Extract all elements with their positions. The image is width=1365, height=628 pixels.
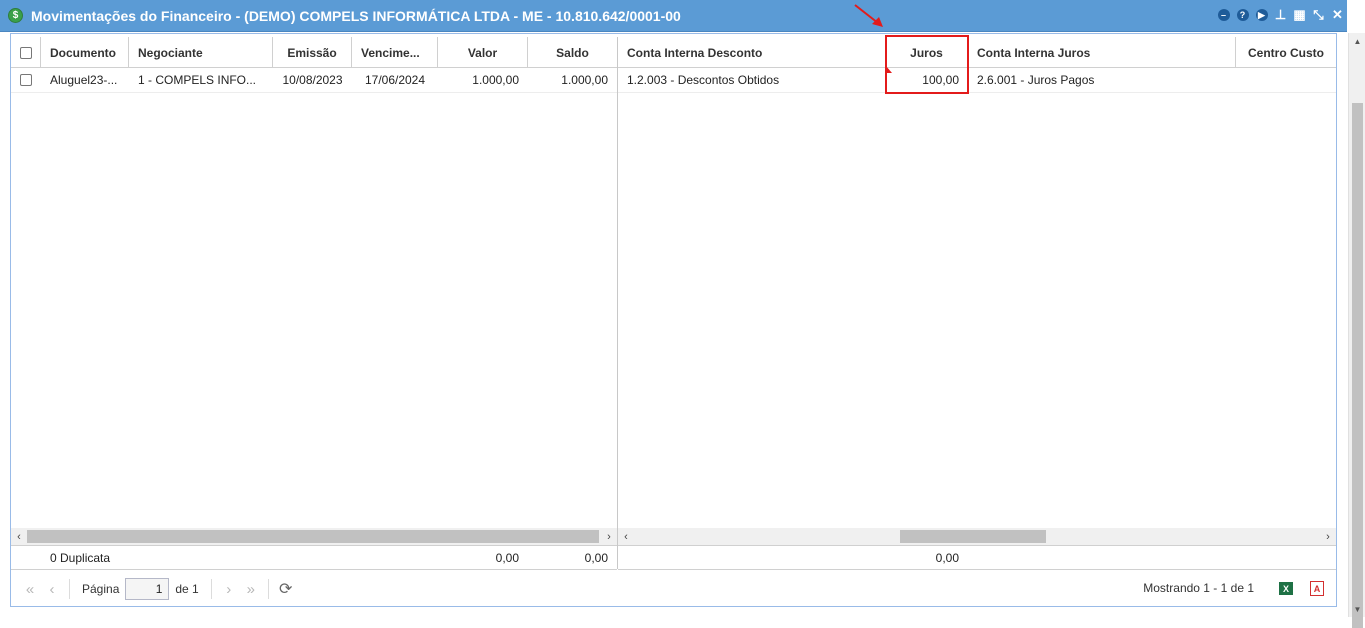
left-grid-header: Documento Negociante Emissão Vencime... … [11,37,617,68]
paging-toolbar: « ‹ Página 1 de 1 › » ⟳ Mostrando 1 - 1 … [11,571,1336,607]
refresh-icon[interactable]: ⟳ [275,578,297,600]
right-horizontal-scrollbar[interactable]: ‹ › [618,528,1336,545]
column-header-centro-custo[interactable]: Centro Custo [1236,37,1336,68]
column-header-vencimento[interactable]: Vencime... [352,37,438,68]
toolbar-separator [267,579,269,599]
summary-count: 0 Duplicata [50,551,111,565]
cell-emissao: 10/08/2023 [282,73,343,87]
window-titlebar[interactable]: $ Movimentações do Financeiro - (DEMO) C… [0,0,1347,32]
cell-conta-desconto: 1.2.003 - Descontos Obtidos [627,73,780,87]
summary-valor: 0,00 [495,551,519,565]
scroll-up-arrow-icon[interactable]: ▲ [1349,33,1365,49]
page-label: Página [82,582,120,596]
vertical-scrollbar[interactable]: ▲ ▼ [1348,33,1365,628]
scroll-down-arrow-icon[interactable]: ▼ [1349,601,1365,617]
right-grid-header: Conta Interna Desconto Juros Conta Inter… [618,37,1336,68]
cell-negociante: 1 - COMPELS INFO... [138,73,257,87]
financial-movements-window: $ Movimentações do Financeiro - (DEMO) C… [0,0,1365,628]
left-summary-row: 0 Duplicata 0,00 0,00 [11,545,617,570]
cell-centro-custo [1236,68,1336,92]
summary-saldo: 0,00 [584,551,608,565]
table-row[interactable]: 1.2.003 - Descontos Obtidos 100,00 2.6.0… [618,68,1336,93]
cell-conta-juros: 2.6.001 - Juros Pagos [977,73,1095,87]
page-total-label: de 1 [175,582,199,596]
title-toolbar: – ? ▶ ⊥ ▦ ⤡ ✕ [1216,7,1345,23]
next-page-icon[interactable]: › [218,578,240,600]
stamp-icon[interactable]: ⊥ [1273,7,1288,23]
calendar-icon[interactable]: ▦ [1292,7,1307,23]
row-checkbox-cell[interactable] [11,68,41,92]
juros-highlight-box [885,35,969,94]
left-horizontal-scrollbar[interactable]: ‹ › [11,528,617,545]
pdf-export-icon[interactable]: A [1310,581,1324,596]
right-scroll-thumb[interactable] [900,530,1046,543]
select-all-checkbox-cell[interactable] [11,37,41,68]
vertical-scroll-thumb[interactable] [1352,103,1363,628]
scroll-left-arrow-icon[interactable]: ‹ [618,528,634,545]
cell-valor: 1.000,00 [472,73,519,87]
column-header-emissao[interactable]: Emissão [273,37,352,68]
locked-columns-divider[interactable] [617,37,618,569]
close-icon[interactable]: ✕ [1330,7,1345,23]
excel-export-icon[interactable]: X [1279,582,1293,595]
column-header-negociante[interactable]: Negociante [129,37,273,68]
play-icon[interactable]: ▶ [1254,7,1269,23]
annotation-arrow-icon [854,4,883,27]
grid-panel: Documento Negociante Emissão Vencime... … [10,33,1337,607]
column-header-conta-juros[interactable]: Conta Interna Juros [968,37,1236,68]
scroll-right-arrow-icon[interactable]: › [1320,528,1336,545]
cell-vencimento: 17/06/2024 [364,73,426,87]
last-page-icon[interactable]: » [240,578,262,600]
select-all-checkbox[interactable] [19,46,32,59]
toolbar-separator [210,579,212,599]
help-icon[interactable]: ? [1235,7,1250,23]
scroll-right-arrow-icon[interactable]: › [601,528,617,545]
cell-saldo: 1.000,00 [561,73,608,87]
window-title: Movimentações do Financeiro - (DEMO) COM… [31,7,681,24]
previous-page-icon[interactable]: ‹ [41,578,63,600]
cell-documento: Aluguel23-... [50,73,118,87]
summary-juros: 0,00 [935,551,959,565]
column-header-saldo[interactable]: Saldo [528,37,617,68]
collapse-icon[interactable]: ⤡ [1311,7,1326,23]
toolbar-separator [69,579,70,599]
right-summary-row: 0,00 [618,545,1336,570]
column-header-conta-desconto[interactable]: Conta Interna Desconto [618,37,886,68]
paging-display-info: Mostrando 1 - 1 de 1 [1143,581,1254,595]
scroll-left-arrow-icon[interactable]: ‹ [11,528,27,545]
row-checkbox[interactable] [20,74,32,86]
first-page-icon[interactable]: « [19,578,41,600]
column-header-valor[interactable]: Valor [438,37,528,68]
page-number-input[interactable]: 1 [125,578,170,600]
column-header-documento[interactable]: Documento [41,37,129,68]
juros-edit-marker [886,66,892,73]
money-icon: $ [8,8,23,23]
left-scroll-thumb[interactable] [27,530,599,543]
minimize-icon[interactable]: – [1216,7,1231,23]
table-row[interactable]: Aluguel23-... 1 - COMPELS INFO... 10/08/… [11,68,617,93]
